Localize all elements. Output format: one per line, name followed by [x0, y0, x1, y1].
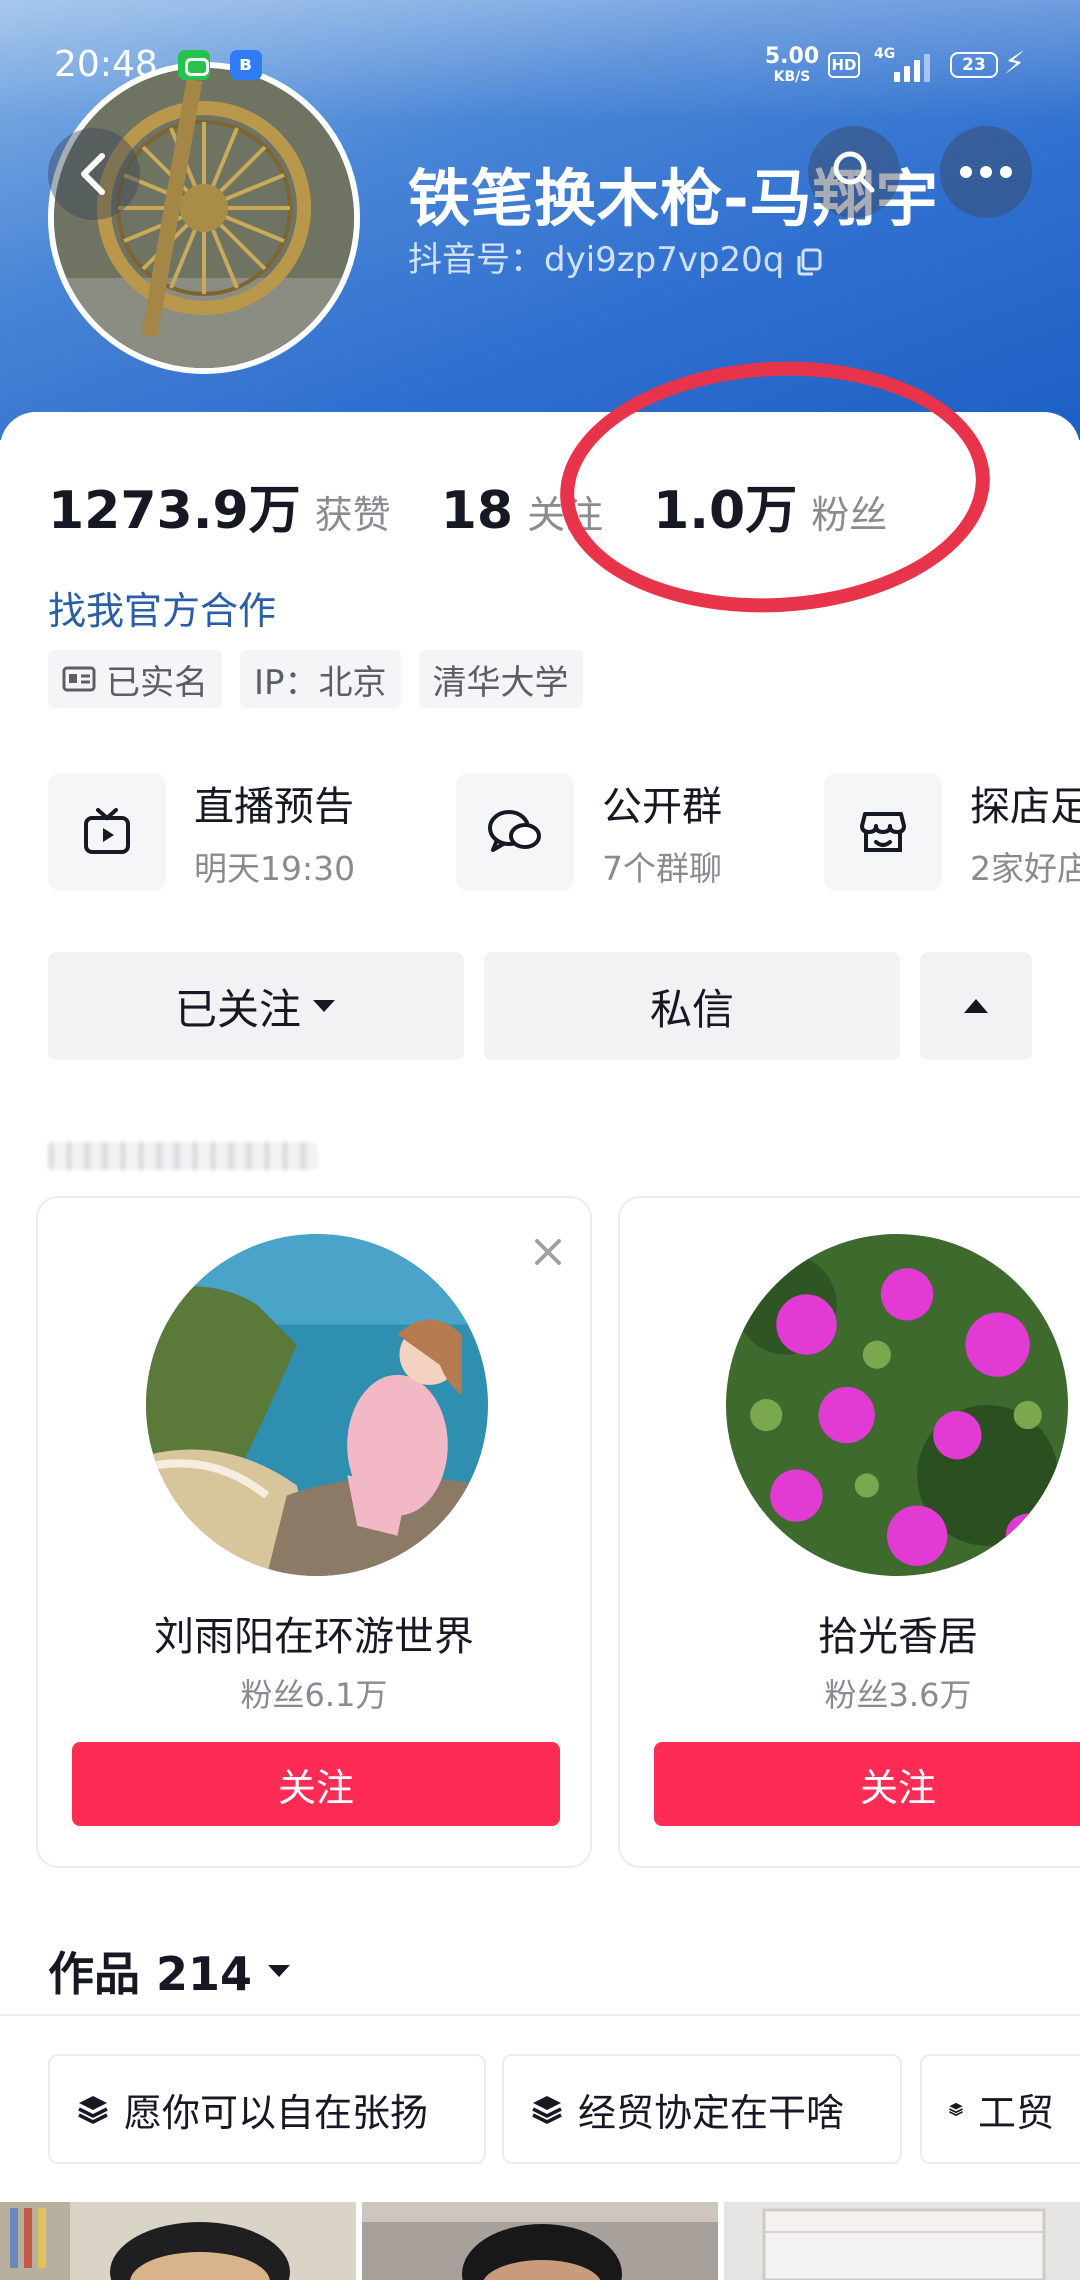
net-speed: 5.00 KB/S [764, 44, 820, 85]
feature-shop-subtitle: 2家好店 [970, 849, 1080, 888]
tag-school[interactable]: 清华大学 [418, 650, 583, 708]
message-app-icon [178, 50, 210, 80]
recommendation-card[interactable]: 拾光香居 粉丝3.6万 关注 [618, 1196, 1080, 1868]
dismiss-recommendation-button[interactable] [528, 1232, 568, 1272]
chat-bubbles-icon [488, 810, 541, 852]
caret-down-icon [313, 1000, 335, 1012]
profile-stats: 1273.9万 获赞 18 关注 1.0万 粉丝 [48, 468, 887, 541]
close-icon [535, 1239, 561, 1265]
tv-icon [84, 808, 130, 854]
recommendation-card[interactable]: 刘雨阳在环游世界 粉丝6.1万 关注 [36, 1196, 592, 1868]
recommendation-fans: 粉丝3.6万 [824, 1676, 972, 1714]
profile-actions: 已关注 私信 [48, 952, 1032, 1060]
message-button[interactable]: 私信 [484, 952, 900, 1060]
layers-icon [949, 2102, 963, 2116]
feature-public-group[interactable]: 公开群 7个群聊 [456, 772, 722, 892]
battery-icon: 23 [950, 52, 998, 78]
charging-icon: ⚡ [1004, 46, 1026, 81]
profile-tags: 已实名 IP：北京 清华大学 [48, 650, 583, 708]
works-title: 作品 214 [48, 1947, 253, 2001]
works-tab[interactable]: 作品 214 [48, 1938, 292, 2004]
search-button[interactable] [808, 126, 900, 218]
shop-icon [860, 812, 906, 852]
followers-label[interactable]: 粉丝 [811, 484, 887, 539]
copy-icon[interactable] [794, 247, 824, 277]
back-button[interactable] [48, 128, 140, 220]
feature-shop-title: 探店足 [970, 784, 1080, 830]
following-label[interactable]: 关注 [527, 484, 603, 539]
layers-icon [532, 2096, 562, 2124]
collection-chip[interactable]: 经贸协定在干啥 [502, 2054, 902, 2164]
video-thumbnail[interactable] [724, 2202, 1080, 2280]
follow-button[interactable]: 关注 [654, 1742, 1080, 1826]
recommendation-heading-blurred [48, 1142, 318, 1170]
message-label: 私信 [649, 984, 734, 1034]
bluetooth-app-icon [230, 50, 262, 80]
feature-group-title: 公开群 [602, 784, 722, 830]
followed-label: 已关注 [174, 984, 301, 1034]
likes-label: 获赞 [314, 493, 391, 537]
id-card-icon [62, 666, 96, 692]
hd-badge: HD [828, 52, 860, 78]
recommendation-name[interactable]: 拾光香居 [620, 1604, 1080, 1662]
status-time: 20:48 [54, 44, 158, 85]
feature-shop-visits[interactable]: 探店足 2家好店 [824, 772, 1080, 892]
video-thumbnail[interactable] [362, 2202, 718, 2280]
tag-verified: 已实名 [48, 650, 222, 708]
feature-live-preview[interactable]: 直播预告明天19:30 [48, 772, 355, 892]
follow-button[interactable]: 关注 [72, 1742, 560, 1826]
likes-count: 1273.9万 [48, 481, 301, 541]
caret-down-icon [268, 1965, 291, 1977]
feature-live-subtitle: 明天19:30 [194, 849, 356, 888]
followed-button[interactable]: 已关注 [48, 952, 464, 1060]
caret-up-icon [964, 999, 988, 1013]
douyin-id[interactable]: 抖音号：dyi9zp7vp20q [408, 232, 824, 281]
video-thumbnail[interactable] [0, 2202, 356, 2280]
feature-group-subtitle: 7个群聊 [602, 849, 722, 888]
more-dots-icon [960, 166, 1012, 178]
video-grid [0, 2202, 1080, 2280]
followers-count[interactable]: 1.0万 [653, 468, 797, 543]
douyin-id-text: 抖音号：dyi9zp7vp20q [408, 240, 785, 280]
collection-chip[interactable]: 愿你可以自在张扬 [48, 2054, 486, 2164]
status-bar: 20:48 5.00 KB/S HD 4G 23 ⚡ [0, 0, 1080, 130]
following-count[interactable]: 18 [441, 481, 513, 541]
recommendation-fans: 粉丝6.1万 [240, 1676, 388, 1714]
feature-entries: 直播预告明天19:30 公开群 7个群聊 探店足 2家好店 [48, 772, 1080, 892]
recommendation-avatar[interactable] [146, 1234, 488, 1576]
section-divider [0, 2014, 1080, 2016]
business-cooperation-link[interactable]: 找我官方合作 [48, 580, 276, 635]
feature-live-title: 直播预告 [194, 784, 354, 830]
profile-content: 1273.9万 获赞 18 关注 1.0万 粉丝 找我官方合作 已实名 IP：北… [0, 412, 1080, 2280]
tag-ip: IP：北京 [240, 650, 401, 708]
collection-chips: 愿你可以自在张扬 经贸协定在干啥 工贸 [48, 2054, 1080, 2164]
collapse-button[interactable] [920, 952, 1032, 1060]
chevron-left-icon [81, 153, 105, 195]
signal-icon: 4G [874, 46, 930, 82]
more-button[interactable] [940, 126, 1032, 218]
search-icon [833, 151, 875, 193]
recommendation-avatar[interactable] [726, 1234, 1068, 1576]
collection-chip[interactable]: 工贸 [920, 2054, 1080, 2164]
recommendation-name[interactable]: 刘雨阳在环游世界 [38, 1604, 590, 1662]
layers-icon [78, 2096, 108, 2124]
